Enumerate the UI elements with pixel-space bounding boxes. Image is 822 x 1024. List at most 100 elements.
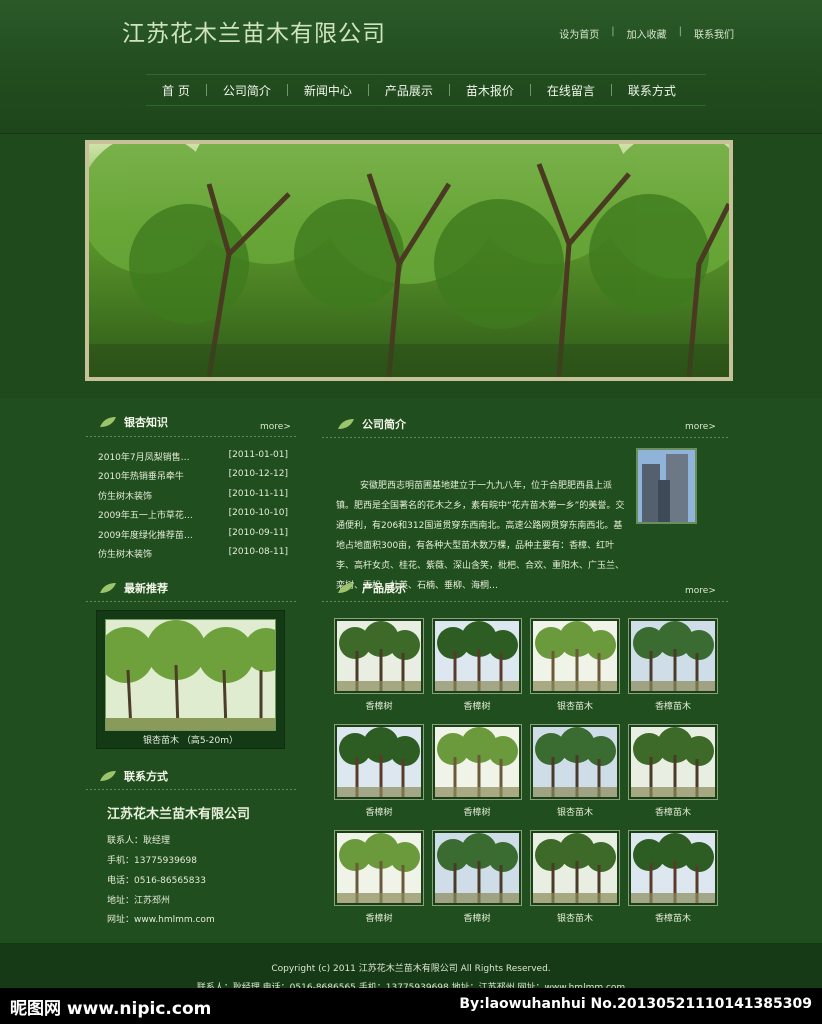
contact-mobile: 手机：13775939698: [107, 856, 197, 866]
recommend-image: [98, 619, 288, 731]
news-row[interactable]: 仿生树木装饰 [2010-11-11]: [98, 489, 288, 502]
watermark-left: 昵图网 www.nipic.com: [10, 999, 212, 1019]
news-title-text: 银杏知识: [124, 416, 168, 429]
nav-about[interactable]: 公司简介: [207, 82, 287, 99]
main-nav: 首 页 公司简介 新闻中心 产品展示 苗木报价 在线留言 联系方式: [146, 74, 706, 106]
products-section-title: 产品展示: [336, 580, 406, 596]
product-card[interactable]: 香樟树: [334, 724, 424, 818]
leaf-icon: [338, 419, 354, 429]
divider: [322, 437, 730, 438]
product-card[interactable]: 香樟树: [432, 618, 522, 712]
product-image: [334, 618, 424, 694]
leaf-icon: [338, 583, 354, 593]
banner-image: [85, 140, 733, 381]
contact-website[interactable]: 网址：www.hmlmm.com: [107, 912, 215, 925]
news-title: 仿生树木装饰: [98, 492, 153, 502]
recommend-box[interactable]: 银杏苗木 （高5-20m）: [96, 610, 288, 749]
product-caption: 银杏苗木: [556, 914, 593, 924]
news-date: [2010-10-10]: [228, 508, 288, 518]
add-favorite-link[interactable]: 加入收藏: [615, 26, 679, 41]
news-date: [2010-12-12]: [228, 469, 288, 479]
product-image: [334, 830, 424, 906]
divider: [86, 436, 296, 437]
nav-home[interactable]: 首 页: [146, 82, 206, 99]
product-card[interactable]: 香樟树: [432, 830, 522, 924]
product-card[interactable]: 香樟树: [334, 618, 424, 712]
product-image: [334, 724, 424, 800]
product-image: [530, 830, 620, 906]
news-date: [2010-09-11]: [228, 528, 288, 538]
product-image: [432, 724, 522, 800]
product-card[interactable]: 香樟树: [334, 830, 424, 924]
news-title: 2009年度绿化推荐苗…: [98, 531, 193, 541]
product-caption: 香樟树: [365, 914, 393, 924]
divider: [86, 601, 296, 602]
top-links: 设为首页 | 加入收藏 | 联系我们: [547, 26, 746, 41]
contact-section-title: 联系方式: [98, 768, 168, 784]
news-date: [2010-08-11]: [228, 547, 288, 557]
recommend-caption: 银杏苗木 （高5-20m）: [142, 736, 239, 746]
nav-prices[interactable]: 苗木报价: [450, 82, 530, 99]
product-caption: 香樟苗木: [654, 702, 691, 712]
product-card[interactable]: 银杏苗木: [530, 618, 620, 712]
contact-address: 地址：江苏邳州: [107, 896, 171, 906]
product-caption: 香樟树: [365, 702, 393, 712]
divider: [322, 601, 730, 602]
news-row[interactable]: 仿生树木装饰 [2010-08-11]: [98, 547, 288, 560]
contact-title-text: 联系方式: [124, 770, 168, 783]
intro-section-title: 公司简介: [336, 416, 406, 432]
news-title: 2010年热销垂吊牵牛: [98, 472, 184, 482]
product-card[interactable]: 香樟苗木: [628, 724, 718, 818]
contact-phone: 电话：0516-86565833: [107, 876, 206, 886]
nav-products[interactable]: 产品展示: [369, 82, 449, 99]
site-title: 江苏花木兰苗木有限公司: [122, 21, 386, 47]
product-caption: 香樟树: [365, 808, 393, 818]
product-caption: 香樟树: [463, 702, 491, 712]
nav-news[interactable]: 新闻中心: [288, 82, 368, 99]
intro-title-text: 公司简介: [362, 418, 406, 431]
product-image: [432, 618, 522, 694]
nav-message[interactable]: 在线留言: [531, 82, 611, 99]
products-title-text: 产品展示: [362, 582, 406, 595]
news-row[interactable]: 2009年五一上市草花… [2010-10-10]: [98, 508, 288, 521]
footer-copyright: Copyright (c) 2011 江苏花木兰苗木有限公司 All Right…: [271, 964, 551, 974]
product-caption: 香樟树: [463, 914, 491, 924]
site-header: 江苏花木兰苗木有限公司 设为首页 | 加入收藏 | 联系我们 首 页 公司简介 …: [0, 0, 822, 134]
product-caption: 银杏苗木: [556, 702, 593, 712]
news-row[interactable]: 2009年度绿化推荐苗… [2010-09-11]: [98, 528, 288, 541]
product-card[interactable]: 银杏苗木: [530, 724, 620, 818]
product-image: [530, 724, 620, 800]
product-card[interactable]: 银杏苗木: [530, 830, 620, 924]
intro-text: 安徽肥西志明苗圃基地建立于一九九八年，位于合肥肥西县上派镇。肥西是全国著名的花木…: [336, 481, 625, 591]
product-image: [628, 830, 718, 906]
leaf-icon: [100, 583, 116, 593]
products-more-link[interactable]: more>: [685, 586, 716, 596]
product-image: [628, 724, 718, 800]
news-date: [2010-11-11]: [228, 489, 288, 499]
news-row[interactable]: 2010年热销垂吊牵牛 [2010-12-12]: [98, 469, 288, 482]
news-more-link[interactable]: more>: [260, 422, 291, 432]
nav-contact[interactable]: 联系方式: [612, 82, 692, 99]
set-homepage-link[interactable]: 设为首页: [547, 26, 611, 41]
contact-company: 江苏花木兰苗木有限公司: [107, 807, 251, 822]
product-caption: 香樟苗木: [654, 914, 691, 924]
intro-more-link[interactable]: more>: [685, 422, 716, 432]
watermark-right: By:laowuhanhui No.20130521110141385309: [459, 996, 812, 1012]
news-section-title: 银杏知识: [98, 414, 168, 430]
product-image: [432, 830, 522, 906]
news-row[interactable]: 2010年7月凤梨销售… [2011-01-01]: [98, 450, 288, 463]
product-card[interactable]: 香樟苗木: [628, 618, 718, 712]
news-title: 2010年7月凤梨销售…: [98, 453, 190, 463]
recommend-title-text: 最新推荐: [124, 582, 168, 595]
product-card[interactable]: 香樟苗木: [628, 830, 718, 924]
contact-us-link[interactable]: 联系我们: [682, 26, 746, 41]
divider: [86, 789, 296, 790]
contact-person: 联系人：耿经理: [107, 836, 171, 846]
watermark-bar: 昵图网 www.nipic.com By:laowuhanhui No.2013…: [0, 988, 822, 1024]
intro-building-image: [636, 448, 697, 524]
news-title: 2009年五一上市草花…: [98, 511, 193, 521]
product-image: [628, 618, 718, 694]
product-caption: 银杏苗木: [556, 808, 593, 818]
news-title: 仿生树木装饰: [98, 550, 153, 560]
product-card[interactable]: 香樟树: [432, 724, 522, 818]
